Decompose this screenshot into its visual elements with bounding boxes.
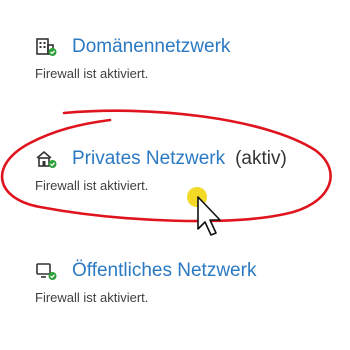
- private-network-link[interactable]: Privates Netzwerk: [72, 147, 225, 171]
- public-network-link[interactable]: Öffentliches Netzwerk: [72, 259, 256, 283]
- public-network-status: Firewall ist aktiviert.: [35, 290, 149, 305]
- private-network-home-icon: [35, 149, 59, 169]
- public-network-monitor-icon: [35, 261, 59, 281]
- domain-network-link[interactable]: Domänennetzwerk: [72, 35, 230, 59]
- domain-network-section: Domänennetzwerk Firewall ist aktiviert.: [35, 35, 230, 82]
- firewall-network-profiles: Domänennetzwerk Firewall ist aktiviert. …: [0, 0, 350, 350]
- active-label: (aktiv): [235, 148, 287, 169]
- mouse-pointer-icon: [197, 196, 221, 236]
- domain-network-status: Firewall ist aktiviert.: [35, 66, 149, 81]
- domain-network-building-icon: [35, 37, 59, 57]
- public-network-section: Öffentliches Netzwerk Firewall ist aktiv…: [35, 259, 256, 306]
- private-network-status: Firewall ist aktiviert.: [35, 178, 149, 193]
- private-network-section: Privates Netzwerk (aktiv) Firewall ist a…: [35, 147, 287, 194]
